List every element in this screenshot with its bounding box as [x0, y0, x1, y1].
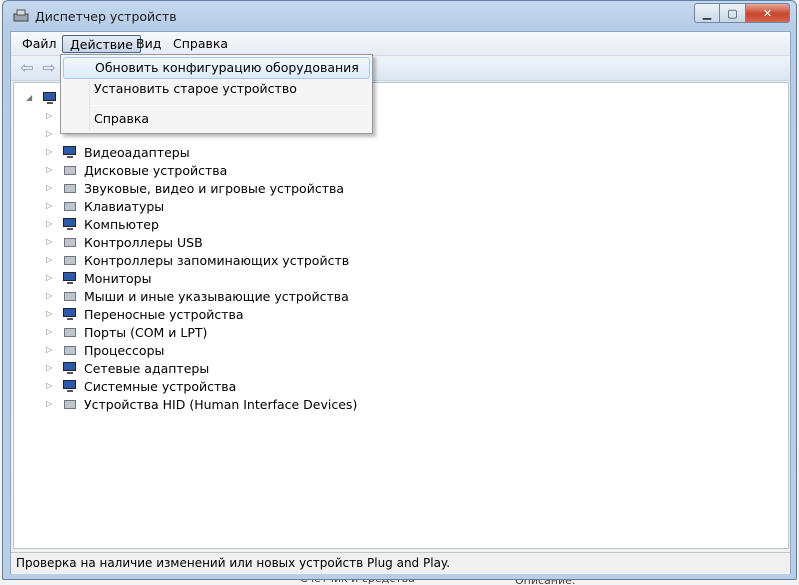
- expand-icon[interactable]: ▷: [46, 166, 54, 174]
- minimize-icon: ▁: [702, 6, 712, 20]
- tree-item-label: Устройства HID (Human Interface Devices): [84, 396, 358, 412]
- disk-drive-icon: [62, 163, 78, 177]
- menu-item-add-legacy-hardware[interactable]: Установить старое устройство: [63, 79, 370, 101]
- expand-icon[interactable]: ▷: [46, 202, 54, 210]
- maximize-icon: ▢: [727, 6, 738, 20]
- expand-icon[interactable]: ▷: [46, 400, 54, 408]
- tree-item[interactable]: ▷ Процессоры: [46, 341, 164, 359]
- tree-item-label: Компьютер: [84, 216, 159, 232]
- expand-icon[interactable]: ▷: [46, 256, 54, 264]
- tree-item-label: Переносные устройства: [84, 306, 244, 322]
- hid-icon: [62, 397, 78, 411]
- menu-separator: [92, 105, 368, 106]
- expand-icon[interactable]: ▷: [46, 274, 54, 282]
- tree-item[interactable]: ▷ Звуковые, видео и игровые устройства: [46, 179, 344, 197]
- computer-root-icon: [42, 91, 58, 105]
- tree-item-label: Мониторы: [84, 270, 152, 286]
- close-icon: ✕: [762, 6, 773, 20]
- expand-icon[interactable]: ▷: [46, 346, 54, 354]
- title-bar[interactable]: Диспетчер устройств ▁ ▢ ✕: [3, 1, 796, 31]
- tree-item[interactable]: ▷ Контроллеры USB: [46, 233, 203, 251]
- expand-icon[interactable]: ▷: [46, 220, 54, 228]
- speaker-icon: [62, 181, 78, 195]
- action-dropdown-menu: Обновить конфигурацию оборудования Устан…: [60, 54, 373, 134]
- device-tree: ◢ ▷ ▷ ▷ Видеоадаптеры ▷ Дисковые устройс…: [13, 82, 789, 549]
- tree-item-label: Дисковые устройства: [84, 162, 228, 178]
- portable-device-icon: [62, 307, 78, 321]
- expand-icon[interactable]: ▷: [46, 328, 54, 336]
- tree-item[interactable]: ▷ Мониторы: [46, 269, 151, 287]
- menu-help[interactable]: Справка: [166, 35, 235, 53]
- monitor-icon: [62, 271, 78, 285]
- tree-item-label: Звуковые, видео и игровые устройства: [84, 180, 345, 196]
- maximize-button[interactable]: ▢: [720, 3, 746, 23]
- tree-item[interactable]: ▷ Сетевые адаптеры: [46, 359, 209, 377]
- expand-icon[interactable]: ▷: [46, 310, 54, 318]
- tree-item[interactable]: ▷ Контроллеры запоминающих устройств: [46, 251, 349, 269]
- forward-arrow-icon[interactable]: ⇨: [39, 60, 59, 78]
- expand-icon[interactable]: ▷: [46, 148, 54, 156]
- device-manager-icon: [13, 9, 29, 22]
- window-title: Диспетчер устройств: [35, 9, 177, 24]
- tree-item-label: Клавиатуры: [84, 198, 165, 214]
- tree-item[interactable]: ▷ Клавиатуры: [46, 197, 164, 215]
- menu-view[interactable]: Вид: [129, 35, 168, 53]
- tree-item-label: Порты (COM и LPT): [84, 324, 208, 340]
- tree-item-label: Системные устройства: [84, 378, 237, 394]
- status-text: Проверка на наличие изменений или новых …: [16, 556, 451, 570]
- processor-icon: [62, 343, 78, 357]
- expand-icon[interactable]: ▷: [46, 238, 54, 246]
- tree-item-label: Контроллеры USB: [84, 234, 203, 250]
- collapse-icon[interactable]: ◢: [26, 94, 34, 102]
- usb-icon: [62, 235, 78, 249]
- menu-item-help[interactable]: Справка: [63, 109, 370, 131]
- tree-item[interactable]: ▷ Компьютер: [46, 215, 159, 233]
- keyboard-icon: [62, 199, 78, 213]
- system-device-icon: [62, 379, 78, 393]
- tree-item[interactable]: ▷ Дисковые устройства: [46, 161, 227, 179]
- tree-item[interactable]: ▷ Устройства HID (Human Interface Device…: [46, 395, 357, 413]
- expand-icon[interactable]: ▷: [46, 292, 54, 300]
- tree-item-label: Мыши и иные указывающие устройства: [84, 288, 349, 304]
- tree-root[interactable]: ◢: [26, 89, 64, 107]
- menu-file[interactable]: Файл: [15, 35, 64, 53]
- tree-item-label: Контроллеры запоминающих устройств: [84, 252, 350, 268]
- tree-item[interactable]: ▷ Порты (COM и LPT): [46, 323, 207, 341]
- computer-icon: [62, 217, 78, 231]
- expand-icon[interactable]: ▷: [46, 184, 54, 192]
- tree-item[interactable]: ▷ Видеоадаптеры: [46, 143, 190, 161]
- menu-item-scan-hardware[interactable]: Обновить конфигурацию оборудования: [63, 57, 370, 79]
- menu-bar: Файл Действие Вид Справка: [11, 32, 790, 56]
- expand-icon[interactable]: ▷: [46, 364, 54, 372]
- tree-item-label: Видеоадаптеры: [84, 144, 190, 160]
- tree-item[interactable]: ▷ Системные устройства: [46, 377, 236, 395]
- expand-icon[interactable]: ▷: [46, 382, 54, 390]
- mouse-icon: [62, 289, 78, 303]
- network-adapter-icon: [62, 361, 78, 375]
- expand-icon[interactable]: ▷: [46, 130, 54, 138]
- expand-icon[interactable]: ▷: [46, 112, 54, 120]
- port-icon: [62, 325, 78, 339]
- tree-item[interactable]: ▷ Переносные устройства: [46, 305, 244, 323]
- status-bar: Проверка на наличие изменений или новых …: [11, 552, 790, 574]
- tree-item[interactable]: ▷ Мыши и иные указывающие устройства: [46, 287, 349, 305]
- back-arrow-icon[interactable]: ⇦: [17, 60, 37, 78]
- storage-controller-icon: [62, 253, 78, 267]
- tree-item-label: Сетевые адаптеры: [84, 360, 210, 376]
- close-button[interactable]: ✕: [746, 3, 790, 23]
- minimize-button[interactable]: ▁: [694, 3, 720, 23]
- tree-item-label: Процессоры: [84, 342, 165, 358]
- display-adapter-icon: [62, 145, 78, 159]
